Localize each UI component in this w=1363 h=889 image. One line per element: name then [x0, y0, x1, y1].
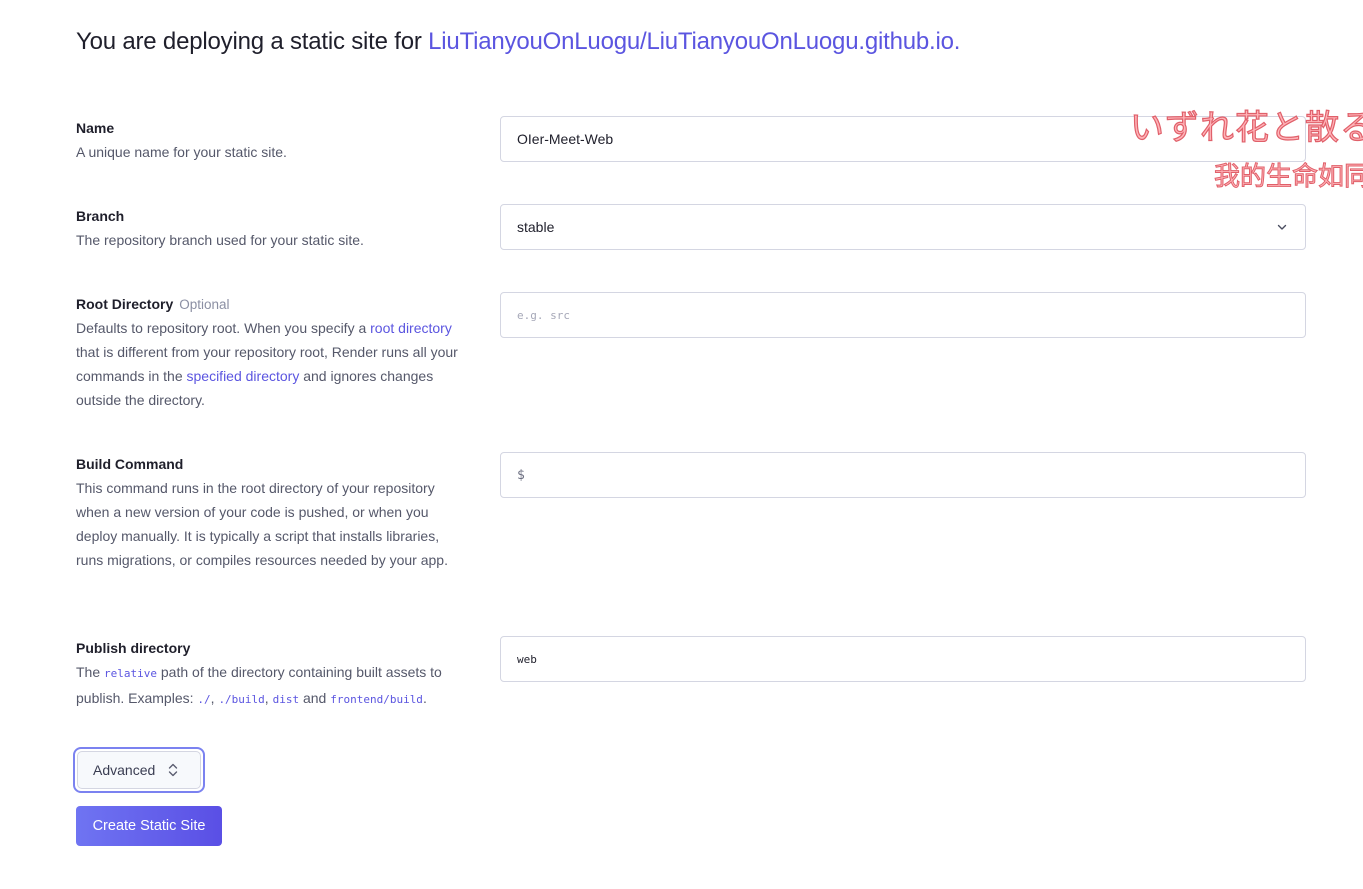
root-directory-link[interactable]: root directory [370, 320, 452, 336]
branch-select-value: stable [517, 219, 555, 235]
build-command-description: This command runs in the root directory … [76, 480, 448, 568]
root-directory-input-wrapper [500, 292, 1306, 338]
advanced-focus-ring: Advanced [73, 747, 205, 793]
publish-and: and [299, 690, 331, 706]
name-label: Name [76, 120, 115, 136]
branch-label: Branch [76, 208, 125, 224]
code-example-build: ./build [218, 693, 265, 706]
overlay-chinese-text: 我的生命如同 [1213, 162, 1363, 193]
root-directory-input[interactable] [517, 293, 1305, 337]
publish-comma-2: , [264, 690, 273, 706]
static-site-form-page: You are deploying a static site for LiuT… [0, 0, 1363, 889]
advanced-button[interactable]: Advanced [77, 751, 201, 789]
shell-prompt-prefix: $ [517, 467, 525, 483]
branch-description: The repository branch used for your stat… [76, 232, 364, 248]
code-example-dist: dist [272, 693, 300, 706]
chevron-down-icon [1277, 224, 1287, 230]
code-example-frontend-build: frontend/build [330, 693, 423, 706]
publish-desc-the: The [76, 664, 105, 680]
chevron-up-down-icon [169, 763, 178, 777]
root-desc-part1: Defaults to repository root. When you sp… [76, 320, 371, 336]
publish-directory-input[interactable] [517, 637, 1305, 681]
advanced-button-label: Advanced [93, 762, 156, 778]
create-static-site-button[interactable]: Create Static Site [76, 806, 222, 846]
code-relative: relative [104, 667, 157, 680]
specified-directory-link[interactable]: specified directory [187, 368, 300, 384]
overlay-japanese-text: いずれ花と散る [1129, 107, 1363, 148]
optional-tag: Optional [179, 297, 230, 312]
publish-period: . [422, 690, 427, 706]
page-title-prefix: You are deploying a static site for [76, 28, 429, 55]
build-command-input-wrapper: $ [500, 452, 1306, 498]
publish-directory-input-wrapper [500, 636, 1306, 682]
publish-directory-description: The relative path of the directory conta… [76, 660, 460, 712]
publish-directory-label: Publish directory [76, 640, 191, 656]
root-directory-label-text: Root Directory [76, 296, 174, 312]
branch-select[interactable]: stable [500, 204, 1306, 250]
page-title: You are deploying a static site for LiuT… [76, 28, 960, 56]
build-command-label: Build Command [76, 456, 184, 472]
code-example-root: ./ [197, 693, 211, 706]
repo-link[interactable]: LiuTianyouOnLuogu/LiuTianyouOnLuogu.gith… [428, 28, 960, 55]
root-directory-description: Defaults to repository root. When you sp… [76, 316, 460, 412]
root-directory-label: Root Directory Optional [76, 296, 230, 312]
name-description: A unique name for your static site. [76, 144, 287, 160]
build-command-input[interactable] [532, 453, 1305, 497]
